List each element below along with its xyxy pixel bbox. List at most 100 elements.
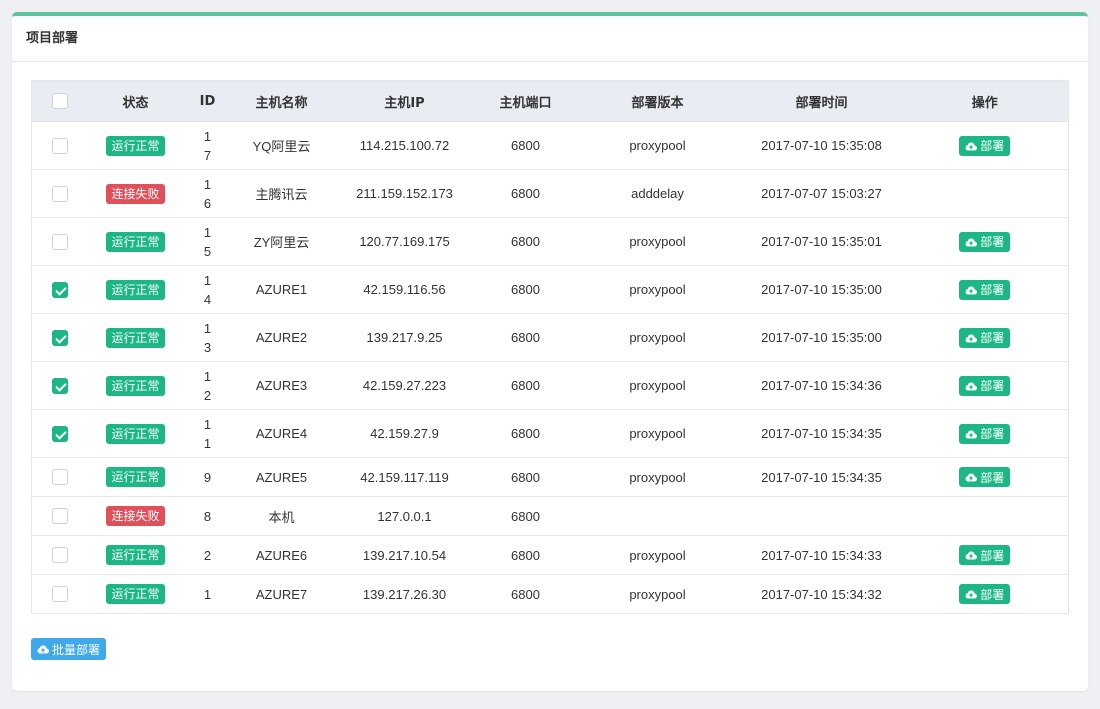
- table-row: 运行正常 1 5 ZY阿里云 120.77.169.175 6800 proxypool 20…: [31, 217, 1069, 266]
- deploy-button[interactable]: 部署: [959, 135, 1011, 156]
- status-badge: 运行正常: [106, 423, 165, 444]
- status-cell: 连接失败: [87, 169, 184, 218]
- host-id: 17: [203, 127, 213, 165]
- deploy-button[interactable]: 部署: [959, 467, 1011, 487]
- cloud-upload-icon: [965, 237, 978, 247]
- deploy-label: 部署: [980, 235, 1005, 249]
- id-cell: 1: [183, 574, 232, 614]
- select-all-checkbox[interactable]: [51, 93, 68, 109]
- status-cell: 运行正常: [87, 121, 184, 170]
- status-badge: 运行正常: [106, 545, 165, 565]
- host-id: 14: [203, 271, 213, 309]
- deploy-button[interactable]: 部署: [959, 231, 1011, 252]
- id-cell: 14: [183, 265, 232, 314]
- deploy-time: [741, 496, 902, 536]
- status-cell: 运行正常: [87, 361, 184, 410]
- status-badge: 运行正常: [106, 231, 165, 252]
- batch-deploy-button[interactable]: 批量部署: [31, 638, 107, 660]
- host-id-digit: 1: [203, 128, 212, 144]
- host-id-digit: 1: [203, 368, 212, 384]
- id-cell: 12: [183, 361, 232, 410]
- host-ip: 139.217.9.25: [331, 313, 478, 362]
- action-cell: 部署: [901, 409, 1069, 458]
- host-id-digit: 3: [203, 339, 212, 355]
- deploy-button[interactable]: 部署: [959, 375, 1011, 396]
- cloud-upload-icon: [965, 285, 978, 295]
- deploy-time: 2017-07-10 15:35:00: [741, 313, 902, 362]
- deploy-label: 部署: [980, 427, 1005, 441]
- table-row: 连接失败 8 本机 127.0.0.1 6800: [31, 496, 1069, 536]
- status-badge: 连接失败: [106, 183, 165, 204]
- host-ip: 211.159.152.173: [331, 169, 478, 218]
- host-port: 6800: [477, 217, 574, 266]
- host-name: 主腾讯云: [231, 169, 332, 218]
- status-cell: 运行正常: [87, 457, 184, 497]
- row-checkbox[interactable]: [51, 586, 68, 603]
- host-id-digit: 1: [203, 224, 212, 240]
- cloud-upload-icon: [965, 381, 978, 391]
- row-checkbox[interactable]: [51, 281, 68, 298]
- id-cell: 9: [183, 457, 232, 497]
- host-port: 6800: [477, 121, 574, 170]
- row-checkbox[interactable]: [51, 508, 68, 525]
- host-id-digit: 2: [203, 387, 212, 403]
- table-row: 运行正常 1 3 AZURE2 139.217.9.25 6800 proxypool 201…: [31, 313, 1069, 362]
- table-row: 运行正常 1 1 AZURE4 42.159.27.9 6800 proxypool 2017…: [31, 409, 1069, 458]
- host-port: 6800: [477, 535, 574, 575]
- row-checkbox[interactable]: [51, 233, 68, 250]
- header-time: 部署时间: [741, 80, 902, 122]
- deploy-button[interactable]: 部署: [959, 279, 1011, 300]
- status-badge: 运行正常: [106, 584, 165, 604]
- deploy-version: [573, 496, 742, 536]
- deploy-version: adddelay: [573, 169, 742, 218]
- deploy-button[interactable]: 部署: [959, 584, 1011, 604]
- table-row: 连接失败 1 6 主腾讯云 211.159.152.173 6800 adddelay 201…: [31, 169, 1069, 218]
- id-cell: 13: [183, 313, 232, 362]
- deploy-version: proxypool: [573, 313, 742, 362]
- action-cell: 部署: [901, 457, 1069, 497]
- select-cell: [31, 361, 88, 410]
- deploy-time: 2017-07-10 15:34:35: [741, 409, 902, 458]
- deploy-button[interactable]: 部署: [959, 545, 1011, 565]
- action-cell: [901, 169, 1069, 218]
- header-version: 部署版本: [573, 80, 742, 122]
- status-cell: 运行正常: [87, 409, 184, 458]
- header-id: ID: [183, 80, 232, 122]
- deploy-button[interactable]: 部署: [959, 327, 1011, 348]
- row-checkbox[interactable]: [51, 547, 68, 564]
- deploy-version: proxypool: [573, 409, 742, 458]
- hosts-table: 状态 ID 主机名称 主机IP 主机端口 部署版本 部署时间 操作 运行正常 1 7…: [31, 80, 1069, 614]
- deploy-label: 部署: [980, 548, 1005, 563]
- panel-title: 项目部署: [12, 16, 1088, 62]
- host-id-digit: 1: [203, 435, 212, 451]
- status-badge: 运行正常: [106, 279, 165, 300]
- select-cell: [31, 121, 88, 170]
- select-cell: [31, 313, 88, 362]
- status-badge: 运行正常: [106, 327, 165, 348]
- row-checkbox[interactable]: [51, 329, 68, 346]
- deploy-version: proxypool: [573, 574, 742, 614]
- table-header-row: 状态 ID 主机名称 主机IP 主机端口 部署版本 部署时间 操作: [31, 80, 1069, 122]
- deploy-version: proxypool: [573, 457, 742, 497]
- host-port: 6800: [477, 265, 574, 314]
- action-cell: 部署: [901, 217, 1069, 266]
- host-id: 12: [203, 367, 213, 405]
- host-id: 13: [203, 319, 213, 357]
- deploy-time: 2017-07-10 15:35:08: [741, 121, 902, 170]
- deploy-time: 2017-07-10 15:34:36: [741, 361, 902, 410]
- row-checkbox[interactable]: [51, 137, 68, 154]
- host-name: AZURE2: [231, 313, 332, 362]
- row-checkbox[interactable]: [51, 377, 68, 394]
- action-cell: 部署: [901, 361, 1069, 410]
- row-checkbox[interactable]: [51, 185, 68, 202]
- row-checkbox[interactable]: [51, 469, 68, 486]
- id-cell: 11: [183, 409, 232, 458]
- host-id: 11: [203, 415, 213, 453]
- header-name: 主机名称: [231, 80, 332, 122]
- deploy-time: 2017-07-10 15:35:00: [741, 265, 902, 314]
- host-name: 本机: [231, 496, 332, 536]
- cloud-upload-icon: [965, 333, 978, 343]
- host-ip: 42.159.117.119: [331, 457, 478, 497]
- deploy-button[interactable]: 部署: [959, 423, 1011, 444]
- row-checkbox[interactable]: [51, 425, 68, 442]
